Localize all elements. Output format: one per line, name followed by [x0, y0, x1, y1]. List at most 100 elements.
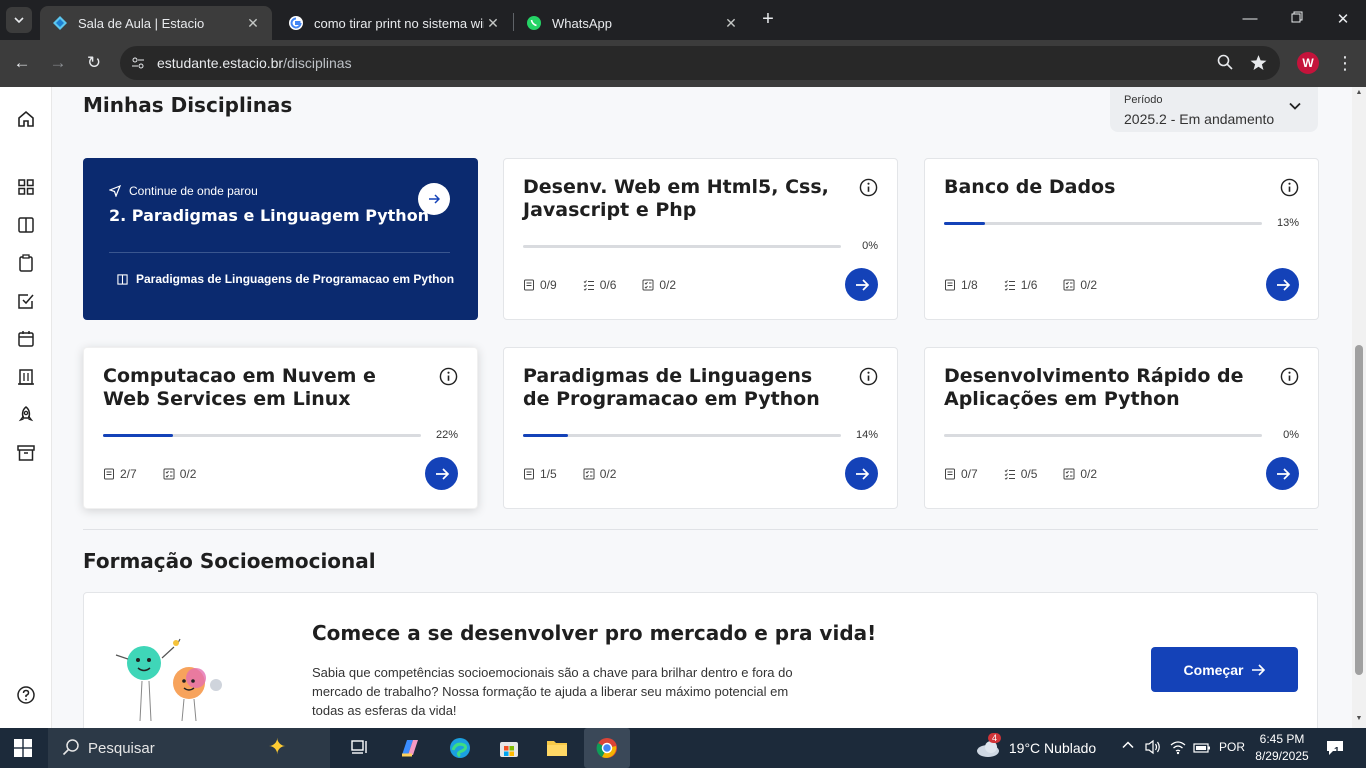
close-icon[interactable]: ✕ [722, 15, 740, 32]
notification-center-icon[interactable]: 1 [1326, 740, 1344, 757]
archive-icon[interactable] [16, 443, 36, 463]
chevron-up-icon[interactable] [1121, 738, 1135, 755]
restore-button[interactable] [1287, 10, 1307, 27]
stat-value: 0/2 [1080, 278, 1098, 292]
weather-widget[interactable]: 4 19°C Nublado [975, 733, 1096, 759]
course-card[interactable]: Desenvolvimento Rápido de Aplicações em … [924, 347, 1319, 509]
stat-value: 0/2 [179, 467, 197, 481]
stat-value: 1/8 [961, 278, 978, 292]
browser-tab-bar: Sala de Aula | Estacio ✕ como tirar prin… [0, 0, 1366, 40]
tab-sala-de-aula[interactable]: Sala de Aula | Estacio ✕ [40, 6, 272, 40]
info-icon[interactable] [859, 178, 878, 197]
scroll-down-arrow-icon[interactable]: ▼ [1355, 715, 1363, 722]
wifi-icon[interactable] [1169, 739, 1187, 758]
windows-start-icon[interactable] [14, 739, 32, 757]
minimize-button[interactable]: — [1240, 10, 1260, 27]
tab-search-button[interactable] [6, 7, 32, 33]
grid-icon[interactable] [16, 177, 36, 197]
scroll-thumb[interactable] [1355, 345, 1363, 675]
site-settings-icon[interactable] [130, 55, 146, 71]
forward-button[interactable]: → [48, 53, 68, 73]
back-button[interactable]: ← [12, 53, 32, 73]
stat-contents: 1/5 [523, 467, 557, 481]
continue-go-button[interactable] [418, 183, 450, 215]
address-bar[interactable]: estudante.estacio.br/disciplinas [120, 46, 1280, 80]
open-course-button[interactable] [845, 268, 878, 301]
browser-menu-icon[interactable]: ⋮ [1336, 52, 1354, 74]
open-course-button[interactable] [845, 457, 878, 490]
check-square-icon[interactable] [16, 291, 36, 311]
system-clock[interactable]: 6:45 PM 8/29/2025 [1252, 731, 1312, 765]
arrow-right-icon [855, 278, 869, 291]
copilot-icon[interactable] [396, 734, 424, 762]
stat-value: 0/2 [659, 278, 677, 292]
chrome-taskbar-icon[interactable] [584, 728, 630, 768]
stat-value: 1/6 [1020, 278, 1038, 292]
building-icon[interactable] [16, 367, 36, 387]
battery-icon[interactable] [1193, 741, 1211, 757]
microsoft-store-icon[interactable] [495, 734, 523, 762]
task-view-icon[interactable] [346, 734, 374, 762]
scroll-up-arrow-icon[interactable]: ▲ [1355, 89, 1363, 96]
info-icon[interactable] [1280, 178, 1299, 197]
volume-icon[interactable] [1144, 739, 1162, 758]
tab-title: como tirar print no sistema win [314, 15, 484, 31]
progress-percent: 0% [862, 240, 878, 252]
calendar-icon[interactable] [16, 329, 36, 349]
course-card[interactable]: Computacao em Nuvem e Web Services em Li… [83, 347, 478, 509]
book-icon [117, 273, 128, 285]
close-window-button[interactable]: ✕ [1333, 10, 1353, 28]
page-scrollbar[interactable]: ▲ ▼ [1352, 87, 1366, 728]
help-icon[interactable] [16, 685, 36, 705]
course-card[interactable]: Paradigmas de Linguagens de Programacao … [503, 347, 898, 509]
zoom-icon[interactable] [1216, 54, 1234, 72]
stat-tasks: 1/6 [1004, 278, 1038, 292]
open-course-button[interactable] [1266, 457, 1299, 490]
document-icon [945, 279, 955, 291]
close-icon[interactable]: ✕ [484, 15, 502, 32]
search-placeholder: Pesquisar [88, 740, 155, 757]
rocket-icon[interactable] [16, 405, 36, 425]
bookmark-star-icon[interactable] [1249, 54, 1267, 72]
book-icon[interactable] [16, 215, 36, 235]
info-icon[interactable] [1280, 367, 1299, 386]
home-icon[interactable] [16, 109, 36, 129]
open-course-button[interactable] [1266, 268, 1299, 301]
stat-tasks: 0/5 [1004, 467, 1037, 481]
new-tab-button[interactable]: + [758, 9, 778, 29]
stat-contents: 1/8 [944, 278, 978, 292]
exam-icon [1063, 279, 1075, 291]
clipboard-icon[interactable] [16, 253, 36, 273]
exam-icon [163, 468, 175, 480]
period-label: Período [1124, 94, 1163, 106]
taskbar-search[interactable]: Pesquisar ✦ [48, 728, 330, 768]
document-icon [104, 468, 114, 480]
chevron-down-icon [14, 17, 24, 24]
estacio-favicon-icon [52, 15, 68, 31]
info-icon[interactable] [439, 367, 458, 386]
file-explorer-icon[interactable] [543, 734, 571, 762]
arrow-right-icon [855, 467, 869, 480]
progress-fill [523, 434, 568, 437]
course-card[interactable]: Desenv. Web em Html5, Css, Javascript e … [503, 158, 898, 320]
continue-label: Continue de onde parou [109, 184, 258, 198]
exam-icon [583, 468, 595, 480]
open-course-button[interactable] [425, 457, 458, 490]
tab-google-search[interactable]: como tirar print no sistema win ✕ [276, 6, 512, 40]
reload-button[interactable]: ↻ [84, 53, 104, 73]
info-icon[interactable] [859, 367, 878, 386]
tab-whatsapp[interactable]: WhatsApp ✕ [514, 6, 750, 40]
progress-bar [103, 434, 421, 437]
continue-card[interactable]: Continue de onde parou 2. Paradigmas e L… [83, 158, 478, 320]
edge-browser-icon[interactable] [446, 734, 474, 762]
language-indicator[interactable]: POR [1219, 740, 1245, 754]
period-select[interactable]: Período 2025.2 - Em andamento [1110, 87, 1318, 132]
navigation-arrow-icon [109, 185, 121, 197]
close-icon[interactable]: ✕ [244, 15, 262, 32]
search-icon [62, 739, 79, 756]
profile-avatar[interactable]: W [1297, 52, 1319, 74]
document-icon [945, 468, 955, 480]
start-button[interactable]: Começar [1151, 647, 1298, 692]
course-card[interactable]: Banco de Dados 13% 1/8 1/6 0/2 [924, 158, 1319, 320]
arrow-right-icon [1276, 467, 1290, 480]
